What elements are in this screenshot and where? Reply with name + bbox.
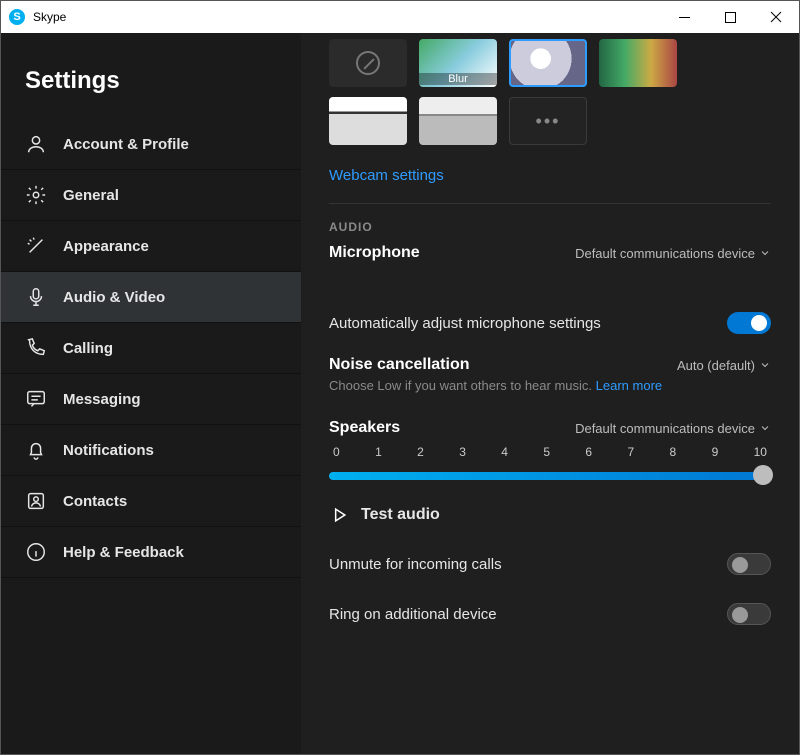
background-none-tile[interactable]	[329, 39, 407, 87]
background-tile[interactable]	[419, 97, 497, 145]
sidebar-item-help[interactable]: Help & Feedback	[1, 527, 301, 578]
slider-thumb[interactable]	[753, 465, 773, 485]
slider-fill	[329, 472, 761, 480]
window-title: Skype	[33, 10, 661, 24]
audio-section: AUDIO Microphone Default communications …	[329, 203, 771, 625]
dropdown-value: Default communications device	[575, 421, 755, 436]
app-window: S Skype Settings Account & Profile Gener…	[0, 0, 800, 755]
bell-icon	[25, 439, 47, 461]
microphone-device-dropdown[interactable]: Default communications device	[575, 246, 771, 261]
unmute-label: Unmute for incoming calls	[329, 556, 502, 573]
sidebar: Settings Account & Profile General Appea…	[1, 33, 301, 754]
sidebar-item-label: Appearance	[63, 238, 149, 255]
maximize-button[interactable]	[707, 1, 753, 33]
microphone-heading: Microphone	[329, 244, 420, 262]
chevron-down-icon	[759, 422, 771, 434]
sidebar-item-appearance[interactable]: Appearance	[1, 221, 301, 272]
slider-ticks: 0 1 2 3 4 5 6 7 8 9 10	[329, 445, 771, 459]
sidebar-item-audio-video[interactable]: Audio & Video	[1, 272, 301, 323]
sidebar-item-messaging[interactable]: Messaging	[1, 374, 301, 425]
ring-label: Ring on additional device	[329, 606, 497, 623]
sidebar-item-notifications[interactable]: Notifications	[1, 425, 301, 476]
sidebar-item-general[interactable]: General	[1, 170, 301, 221]
dropdown-value: Default communications device	[575, 246, 755, 261]
main-panel: Blur ••• Webcam settings AUDIO Microphon…	[301, 33, 799, 754]
speakers-device-dropdown[interactable]: Default communications device	[575, 421, 771, 436]
background-tiles-row: •••	[329, 97, 771, 145]
unmute-toggle[interactable]	[727, 553, 771, 575]
person-icon	[25, 133, 47, 155]
tile-label: Blur	[419, 73, 497, 85]
titlebar: S Skype	[1, 1, 799, 33]
speaker-volume-slider[interactable]: 0 1 2 3 4 5 6 7 8 9 10	[329, 445, 771, 485]
wand-icon	[25, 235, 47, 257]
play-icon	[329, 505, 349, 525]
minimize-button[interactable]	[661, 1, 707, 33]
sidebar-item-label: Messaging	[63, 391, 141, 408]
sidebar-item-contacts[interactable]: Contacts	[1, 476, 301, 527]
ring-toggle[interactable]	[727, 603, 771, 625]
skype-logo-icon: S	[9, 9, 25, 25]
background-more-tile[interactable]: •••	[509, 97, 587, 145]
chevron-down-icon	[759, 359, 771, 371]
auto-adjust-label: Automatically adjust microphone settings	[329, 315, 601, 332]
chevron-down-icon	[759, 247, 771, 259]
sidebar-item-label: Calling	[63, 340, 113, 357]
speakers-heading: Speakers	[329, 419, 400, 437]
sidebar-item-label: Contacts	[63, 493, 127, 510]
info-icon	[25, 541, 47, 563]
audio-section-label: AUDIO	[329, 220, 771, 234]
background-tiles-row: Blur	[329, 39, 771, 87]
sidebar-item-label: Help & Feedback	[63, 544, 184, 561]
microphone-icon	[25, 286, 47, 308]
test-audio-label: Test audio	[361, 506, 440, 524]
background-blur-tile[interactable]: Blur	[419, 39, 497, 87]
auto-adjust-toggle[interactable]	[727, 312, 771, 334]
learn-more-link[interactable]: Learn more	[596, 378, 662, 393]
none-icon	[356, 51, 380, 75]
sidebar-item-calling[interactable]: Calling	[1, 323, 301, 374]
dropdown-value: Auto (default)	[677, 358, 755, 373]
sidebar-item-label: Audio & Video	[63, 289, 165, 306]
noise-cancel-heading: Noise cancellation	[329, 356, 470, 374]
sidebar-item-account[interactable]: Account & Profile	[1, 119, 301, 170]
sidebar-item-label: General	[63, 187, 119, 204]
gear-icon	[25, 184, 47, 206]
test-audio-button[interactable]: Test audio	[329, 505, 771, 525]
settings-title: Settings	[1, 57, 301, 119]
sidebar-item-label: Account & Profile	[63, 136, 189, 153]
body: Settings Account & Profile General Appea…	[1, 33, 799, 754]
sidebar-item-label: Notifications	[63, 442, 154, 459]
background-tile[interactable]	[599, 39, 677, 87]
contacts-icon	[25, 490, 47, 512]
noise-cancel-sub: Choose Low if you want others to hear mu…	[329, 378, 771, 393]
background-tile[interactable]	[509, 39, 587, 87]
noise-cancel-dropdown[interactable]: Auto (default)	[677, 358, 771, 373]
phone-icon	[25, 337, 47, 359]
close-button[interactable]	[753, 1, 799, 33]
webcam-settings-link[interactable]: Webcam settings	[329, 167, 444, 184]
background-tile[interactable]	[329, 97, 407, 145]
chat-icon	[25, 388, 47, 410]
